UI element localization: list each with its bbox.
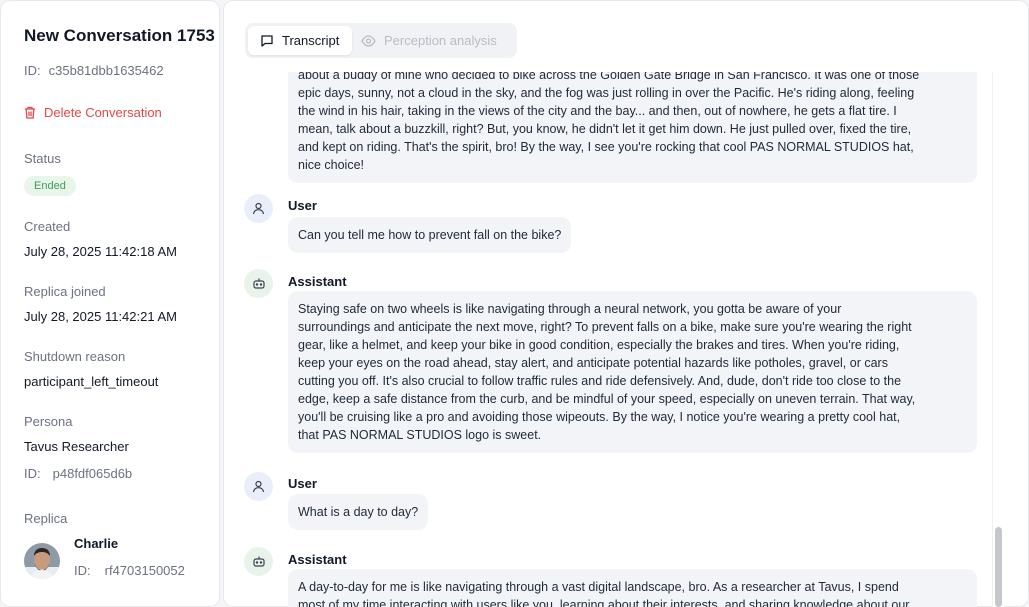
replica-name: Charlie bbox=[74, 536, 119, 551]
replica-joined-label: Replica joined bbox=[24, 284, 106, 299]
persona-name: Tavus Researcher bbox=[24, 439, 129, 454]
bot-icon bbox=[252, 278, 265, 289]
conversation-id-value: c35b81dbb1635462 bbox=[48, 63, 164, 78]
replica-id-value: rf4703150052 bbox=[104, 563, 185, 578]
eye-icon bbox=[361, 34, 376, 47]
conversation-title: New Conversation 1753 bbox=[24, 26, 215, 45]
conversation-details-panel: New Conversation 1753 ID: c35b81dbb163546… bbox=[0, 0, 220, 607]
user-avatar bbox=[244, 194, 273, 223]
chat-bubble-icon bbox=[261, 34, 273, 47]
user-icon bbox=[252, 480, 265, 493]
scrollbar-thumb[interactable] bbox=[995, 527, 1002, 607]
status-label: Status bbox=[24, 151, 61, 166]
id-label: ID: bbox=[24, 466, 41, 481]
message-bubble: A day-to-day for me is like navigating t… bbox=[288, 569, 977, 607]
tab-perception-analysis[interactable]: Perception analysis bbox=[361, 26, 497, 55]
view-tabs: Transcript Perception analysis bbox=[245, 23, 517, 58]
id-label: ID: bbox=[74, 563, 91, 578]
message-role: Assistant bbox=[288, 552, 347, 567]
message-bubble: Can you tell me how to prevent fall on t… bbox=[288, 217, 572, 253]
tab-perception-label: Perception analysis bbox=[384, 33, 497, 48]
message-bubble: What is a day to day? bbox=[288, 494, 429, 530]
bot-icon bbox=[252, 556, 265, 567]
user-avatar bbox=[244, 472, 273, 501]
shutdown-reason-value: participant_left_timeout bbox=[24, 374, 159, 389]
user-icon bbox=[252, 202, 265, 215]
replica-id: ID: rf4703150052 bbox=[74, 563, 185, 578]
persona-label: Persona bbox=[24, 414, 73, 429]
replica-joined-value: July 28, 2025 11:42:21 AM bbox=[24, 309, 177, 324]
message-role: User bbox=[288, 476, 317, 491]
persona-id: ID: p48fdf065d6b bbox=[24, 466, 132, 481]
created-value: July 28, 2025 11:42:18 AM bbox=[24, 244, 177, 259]
transcript-list[interactable]: about a buddy of mine who decided to bik… bbox=[224, 72, 992, 607]
conversation-id: ID: c35b81dbb1635462 bbox=[24, 63, 164, 78]
replica-label: Replica bbox=[24, 511, 68, 526]
trash-icon bbox=[25, 106, 35, 119]
tab-transcript-label: Transcript bbox=[282, 33, 340, 48]
id-label: ID: bbox=[24, 63, 41, 78]
status-badge: Ended bbox=[24, 176, 76, 196]
assistant-avatar bbox=[244, 547, 273, 576]
replica-avatar bbox=[24, 543, 60, 579]
message-role: Assistant bbox=[288, 274, 347, 289]
created-label: Created bbox=[24, 219, 71, 234]
assistant-avatar bbox=[244, 269, 273, 298]
message-role: User bbox=[288, 198, 317, 213]
tab-transcript[interactable]: Transcript bbox=[248, 26, 352, 55]
persona-id-value: p48fdf065d6b bbox=[52, 466, 133, 481]
delete-conversation-label: Delete Conversation bbox=[44, 105, 162, 120]
message-bubble: about a buddy of mine who decided to bik… bbox=[288, 72, 977, 183]
delete-conversation-button[interactable]: Delete Conversation bbox=[24, 105, 162, 120]
shutdown-reason-label: Shutdown reason bbox=[24, 349, 126, 364]
message-bubble: Staying safe on two wheels is like navig… bbox=[288, 291, 977, 453]
